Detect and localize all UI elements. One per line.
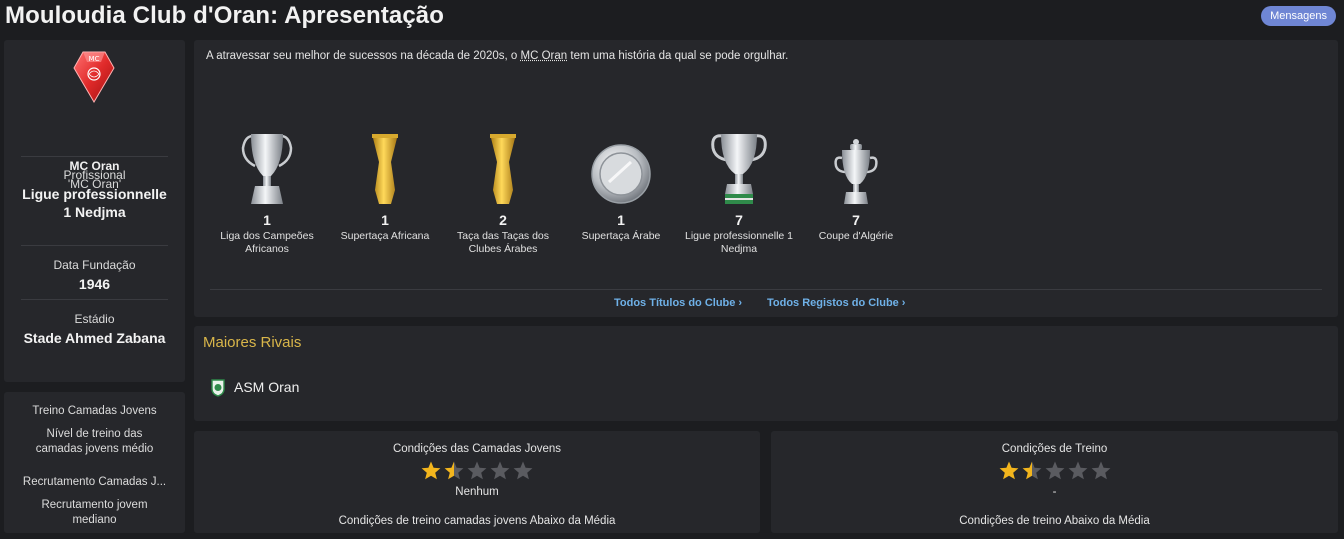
youth-recruit-value-line1: Recrutamento jovem xyxy=(41,499,148,511)
divider xyxy=(210,289,1322,290)
silver-cup-green-icon xyxy=(711,134,767,204)
chevron-right-icon: › xyxy=(901,297,906,309)
trophy-name: Ligue professionnelle 1 Nedjma xyxy=(685,230,793,255)
star-icon xyxy=(1068,461,1087,480)
youth-facilities-description: Condições de treino camadas jovens Abaix… xyxy=(338,515,616,527)
league-name-line2: 1 Nedjma xyxy=(63,204,126,220)
trophy-item[interactable]: 2 Taça das Taças dos Clubes Árabes xyxy=(443,130,563,256)
trophies-panel: A atravessar seu melhor de sucessos na d… xyxy=(194,40,1338,317)
club-crest-icon: MC xyxy=(72,48,116,109)
trophy-name: Liga dos Campeões Africanos xyxy=(220,230,314,255)
star-icon xyxy=(1022,461,1041,480)
intro-text-prefix: A atravessar seu melhor de sucessos na d… xyxy=(206,50,521,62)
star-icon xyxy=(467,461,487,480)
trophy-name: Supertaça Africana xyxy=(340,230,430,242)
trophy-count: 1 xyxy=(617,212,625,228)
youth-training-value-line1: Nível de treino das xyxy=(46,428,143,440)
all-titles-link[interactable]: Todos Títulos do Clube › xyxy=(614,297,742,309)
trophy-item[interactable]: 1 Supertaça Árabe xyxy=(561,130,681,243)
trophy-count: 1 xyxy=(263,212,271,228)
youth-facilities-panel: Condições das Camadas Jovens Nenhum Cond… xyxy=(194,431,760,533)
league-name-line1: Ligue professionnelle xyxy=(22,186,167,202)
divider xyxy=(21,245,168,246)
trophy-name: Coupe d'Algérie xyxy=(818,230,894,242)
all-titles-link-label: Todos Títulos do Clube xyxy=(614,297,736,309)
rivals-panel: Maiores Rivais ASM Oran xyxy=(194,326,1338,421)
star-icon xyxy=(513,461,533,480)
stadium-value: Stade Ahmed Zabana xyxy=(23,330,166,346)
training-facilities-sub: - xyxy=(1052,486,1057,498)
trophy-name: Taça das Taças dos Clubes Árabes xyxy=(456,230,550,255)
star-icon xyxy=(444,461,464,480)
youth-facilities-sub: Nenhum xyxy=(455,486,499,498)
club-info-panel: MC MC Oran 'MC Oran' Profissional Ligue … xyxy=(4,40,185,382)
trophy-item[interactable]: 7 Coupe d'Algérie xyxy=(796,130,916,243)
intro-text-suffix: tem uma história da qual se pode orgulha… xyxy=(567,50,789,62)
rivals-title: Maiores Rivais xyxy=(203,334,302,351)
gold-trophy-icon xyxy=(490,134,516,204)
trophy-item[interactable]: 1 Liga dos Campeões Africanos xyxy=(207,130,327,256)
youth-facilities-title: Condições das Camadas Jovens xyxy=(392,443,562,455)
youth-training-value-line2: camadas jovens médio xyxy=(35,443,154,455)
youth-info-panel: Treino Camadas Jovens Nível de treino da… xyxy=(4,392,185,533)
rival-badge-icon xyxy=(210,379,226,402)
all-records-link[interactable]: Todos Registos do Clube › xyxy=(767,297,905,309)
trophy-name: Supertaça Árabe xyxy=(581,230,661,242)
messages-button[interactable]: Mensagens xyxy=(1261,6,1336,26)
youth-recruit-value-line2: mediano xyxy=(72,514,117,526)
star-rating xyxy=(771,460,1338,486)
star-icon xyxy=(1091,461,1110,480)
gold-trophy-icon xyxy=(372,134,398,204)
stadium-label: Estádio xyxy=(74,312,115,326)
divider xyxy=(21,299,168,300)
youth-recruit-label: Recrutamento Camadas J... xyxy=(22,476,167,488)
star-icon xyxy=(421,461,441,480)
star-icon xyxy=(1045,461,1064,480)
training-facilities-description: Condições de treino Abaixo da Média xyxy=(959,515,1150,527)
founded-label: Data Fundação xyxy=(53,258,136,272)
divider xyxy=(21,156,168,157)
all-records-link-label: Todos Registos do Clube xyxy=(767,297,899,309)
silver-small-cup-icon xyxy=(834,139,878,204)
training-facilities-title: Condições de Treino xyxy=(1001,443,1108,455)
founded-value: 1946 xyxy=(78,276,111,292)
rival-name[interactable]: ASM Oran xyxy=(234,379,299,395)
status-label: Profissional xyxy=(63,168,126,182)
trophy-count: 7 xyxy=(735,212,743,228)
star-icon xyxy=(999,461,1018,480)
trophy-count: 7 xyxy=(852,212,860,228)
star-rating xyxy=(194,460,760,486)
intro-club-link[interactable]: MC Oran xyxy=(521,50,568,62)
training-facilities-panel: Condições de Treino - Condições de trein… xyxy=(771,431,1338,533)
trophy-count: 2 xyxy=(499,212,507,228)
page-title: Mouloudia Club d'Oran: Apresentação xyxy=(5,2,445,29)
history-intro: A atravessar seu melhor de sucessos na d… xyxy=(206,50,788,62)
silver-plate-icon xyxy=(591,144,651,204)
youth-training-label: Treino Camadas Jovens xyxy=(32,405,157,417)
star-icon xyxy=(490,461,510,480)
trophy-count: 1 xyxy=(381,212,389,228)
trophy-item[interactable]: 7 Ligue professionnelle 1 Nedjma xyxy=(679,130,799,256)
trophy-item[interactable]: 1 Supertaça Africana xyxy=(325,130,445,243)
chevron-right-icon: › xyxy=(738,297,743,309)
silver-cup-icon xyxy=(241,134,293,204)
svg-text:MC: MC xyxy=(89,55,100,63)
